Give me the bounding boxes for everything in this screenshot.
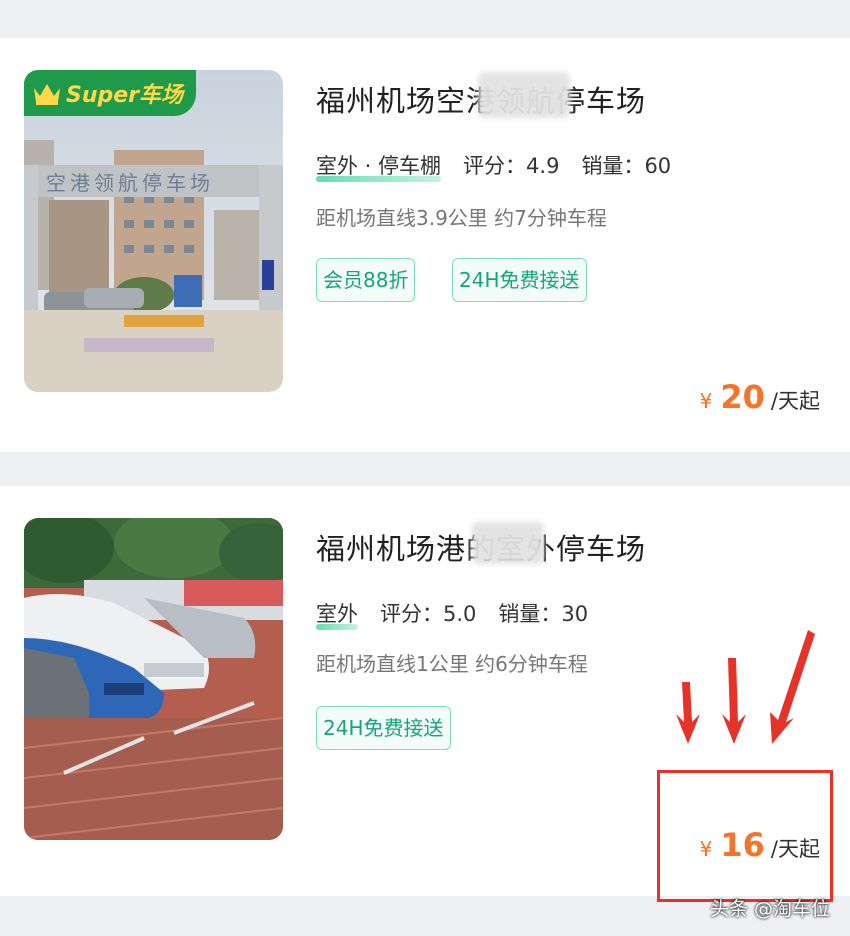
- parking-type: 室外: [316, 598, 358, 630]
- tag-free-shuttle: 24H免费接送: [316, 706, 451, 750]
- badge-label: Super车场: [66, 83, 184, 108]
- rating-value: 5.0: [443, 602, 477, 626]
- privacy-blur: [478, 72, 570, 118]
- crown-icon: [34, 84, 60, 105]
- annotation-arrows-icon: [676, 630, 815, 744]
- currency-symbol: ¥: [699, 389, 713, 413]
- distance-info: 距机场直线3.9公里 约7分钟车程: [316, 206, 607, 230]
- rating-label: 评分：: [463, 154, 527, 178]
- price-highlight-box: [657, 770, 833, 902]
- privacy-blur: [472, 522, 544, 564]
- sales-value: 60: [644, 154, 672, 178]
- parking-meta: 室外 · 停车棚 评分：4.9 销量：60: [316, 150, 672, 182]
- watermark: 头条 @淘车位: [709, 898, 830, 920]
- sales-label: 销量：: [498, 602, 562, 626]
- parking-meta: 室外 评分：5.0 销量：30: [316, 598, 589, 630]
- parking-listing-card[interactable]: 空港领航停车场 Super车场 福州机场空港领航停车场 室外 · 停车棚评分：4…: [0, 38, 850, 452]
- gate-sign-text: 空港领航停车场: [46, 171, 214, 195]
- sales-label: 销量：: [581, 154, 645, 178]
- sales-value: 30: [561, 602, 589, 626]
- rating-label: 评分：: [380, 602, 443, 626]
- rating-value: 4.9: [526, 154, 560, 178]
- tag-free-shuttle: 24H免费接送: [452, 258, 587, 302]
- parking-photo: [24, 518, 283, 840]
- parking-type: 室外 · 停车棚: [316, 150, 442, 182]
- parking-photo: 空港领航停车场 Super车场: [24, 70, 283, 392]
- price-unit: /天起: [770, 389, 820, 413]
- distance-info: 距机场直线1公里 约6分钟车程: [316, 652, 588, 676]
- price-value: 20: [720, 378, 765, 416]
- tag-member-discount: 会员88折: [316, 258, 416, 302]
- super-parking-badge: Super车场: [24, 70, 196, 116]
- price: ¥ 20 /天起: [700, 378, 820, 416]
